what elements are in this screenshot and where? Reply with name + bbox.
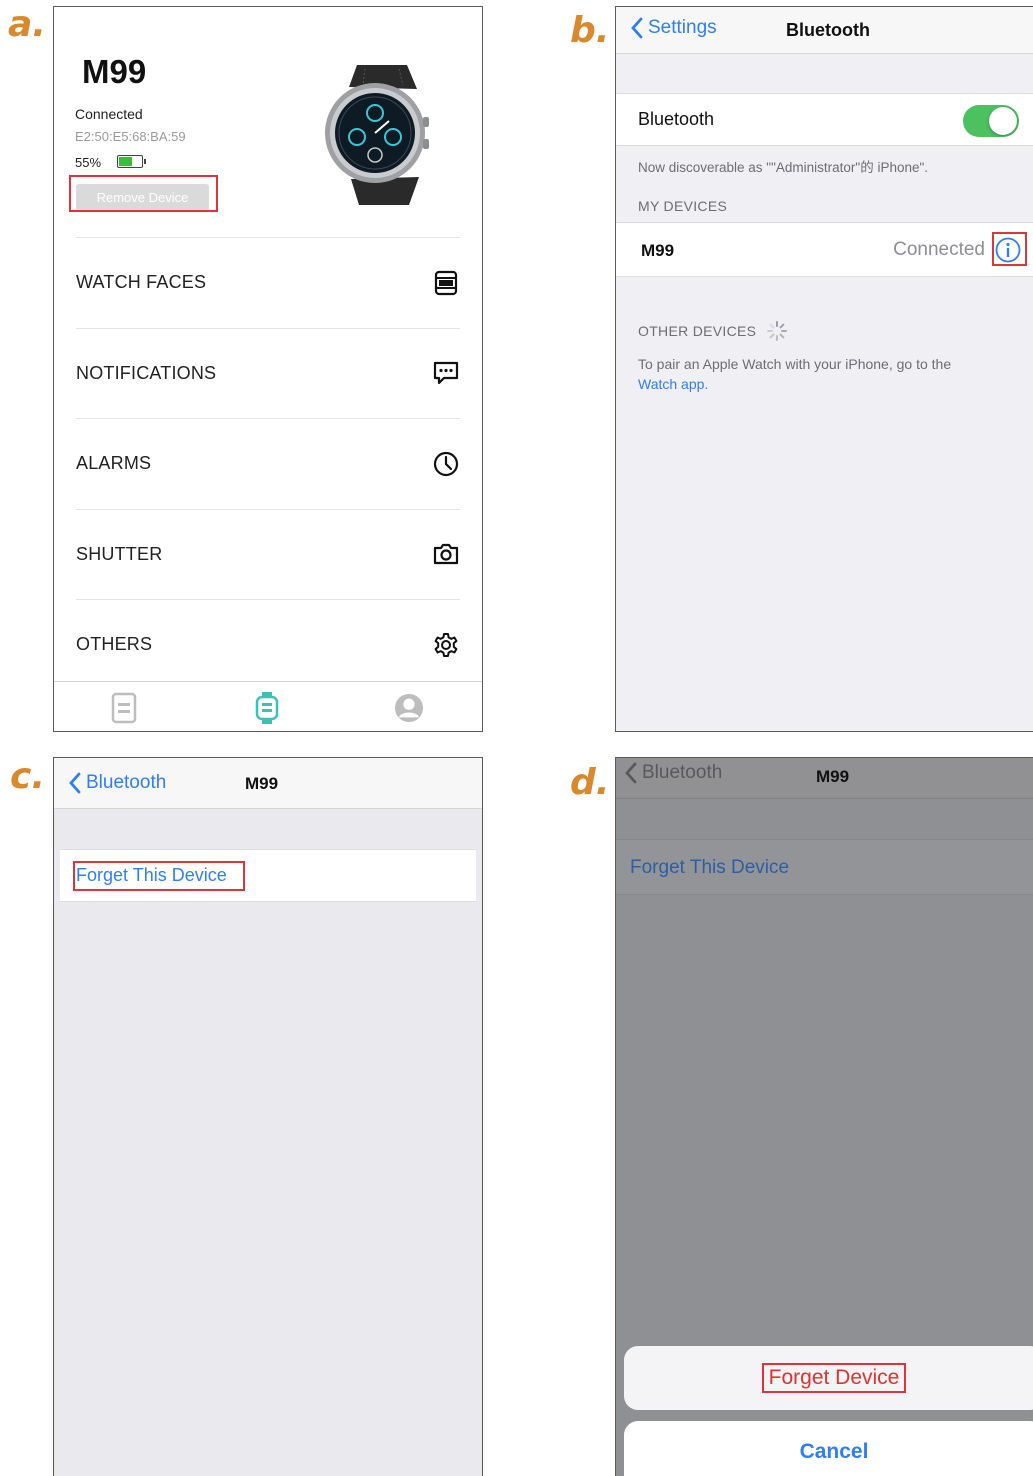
pair-instruction: To pair an Apple Watch with your iPhone,… — [638, 356, 952, 372]
menu-item-notifications[interactable]: NOTIFICATIONS — [76, 327, 460, 419]
menu-item-label: SHUTTER — [76, 543, 163, 564]
highlight-box — [992, 232, 1027, 266]
forget-device-row[interactable]: Forget This Device — [60, 849, 476, 902]
forget-device-label: Forget This Device — [630, 857, 790, 878]
forget-device-action-label: Forget Device — [761, 1363, 907, 1393]
menu-item-label: WATCH FACES — [76, 272, 207, 293]
back-label: Bluetooth — [86, 772, 167, 793]
chevron-left-icon — [69, 772, 81, 794]
connection-status: Connected — [75, 106, 143, 122]
bluetooth-toggle[interactable] — [963, 105, 1019, 137]
panel-label-d: d. — [570, 762, 610, 803]
back-button-bluetooth[interactable]: Bluetooth — [624, 762, 722, 784]
menu-item-label: NOTIFICATIONS — [76, 362, 217, 383]
battery-level-fill — [119, 157, 133, 166]
device-row-m99[interactable]: M99 Connected — [616, 222, 1033, 277]
ios-bluetooth-settings-screen: Settings Bluetooth Bluetooth Now discove… — [615, 6, 1033, 732]
discoverable-note: Now discoverable as ""Administrator"的 iP… — [638, 160, 929, 175]
back-button-bluetooth[interactable]: Bluetooth — [68, 772, 166, 794]
device-status: Connected — [893, 239, 985, 260]
menu-item-shutter[interactable]: SHUTTER — [76, 508, 460, 600]
loading-spinner-icon — [767, 321, 788, 341]
menu-item-alarms[interactable]: ALARMS — [76, 418, 460, 509]
other-devices-header: OTHER DEVICES — [638, 320, 788, 342]
chevron-left-icon — [631, 17, 643, 39]
document-icon[interactable] — [109, 692, 139, 724]
ios-device-detail-screen: Bluetooth M99 Forget This Device — [53, 757, 483, 1476]
highlight-box — [69, 175, 218, 212]
watch-icon[interactable] — [252, 692, 282, 724]
chevron-left-icon — [625, 762, 637, 784]
watch-face-icon — [434, 270, 458, 295]
page-title: M99 — [245, 774, 279, 793]
menu-item-label: OTHERS — [76, 634, 153, 655]
battery-icon — [117, 155, 146, 168]
cancel-action[interactable]: Cancel — [624, 1421, 1033, 1476]
bluetooth-label: Bluetooth — [638, 109, 715, 129]
back-button-settings[interactable]: Settings — [630, 17, 717, 39]
navigation-bar: Bluetooth M99 — [54, 758, 482, 809]
navigation-bar: Bluetooth M99 — [616, 758, 1033, 799]
cancel-action-label: Cancel — [799, 1440, 869, 1463]
panel-label-a: a. — [8, 4, 46, 45]
panel-label-b: b. — [570, 10, 610, 51]
watch-app-device-screen: M99 Connected E2:50:E5:68:BA:59 55% Remo… — [53, 6, 483, 732]
message-icon — [433, 362, 459, 385]
device-name: M99 — [82, 53, 147, 90]
menu-item-label: ALARMS — [76, 453, 152, 474]
other-devices-label: OTHER DEVICES — [638, 323, 757, 339]
panel-label-c: c. — [10, 756, 46, 797]
navigation-bar: Settings Bluetooth — [616, 7, 1033, 54]
bluetooth-toggle-row: Bluetooth — [616, 93, 1033, 146]
ios-forget-confirmation-screen: Bluetooth M99 Forget This Device Forget … — [615, 757, 1033, 1476]
menu-item-watch-faces[interactable]: WATCH FACES — [76, 237, 460, 328]
page-title: M99 — [816, 767, 850, 786]
back-label: Settings — [648, 17, 717, 38]
smartwatch-image — [325, 65, 429, 205]
profile-icon[interactable] — [394, 692, 424, 724]
my-devices-header: MY DEVICES — [638, 198, 728, 214]
watch-app-link[interactable]: Watch app. — [638, 376, 708, 392]
camera-icon — [433, 544, 459, 565]
tab-bar — [54, 681, 482, 731]
page-title: Bluetooth — [786, 20, 870, 40]
device-name: M99 — [641, 241, 675, 260]
forget-device-action[interactable]: Forget Device — [624, 1346, 1033, 1410]
mac-address: E2:50:E5:68:BA:59 — [75, 129, 186, 144]
highlight-box — [73, 861, 245, 891]
forget-device-row[interactable]: Forget This Device — [616, 839, 1033, 895]
clock-icon — [433, 451, 459, 476]
battery-percent: 55% — [75, 155, 102, 170]
menu-item-others[interactable]: OTHERS — [76, 599, 460, 690]
gear-icon — [434, 632, 458, 657]
settings-menu: WATCH FACES NOTIFICATIONS ALARMS SHUTTER… — [76, 237, 460, 690]
back-label: Bluetooth — [642, 762, 723, 783]
